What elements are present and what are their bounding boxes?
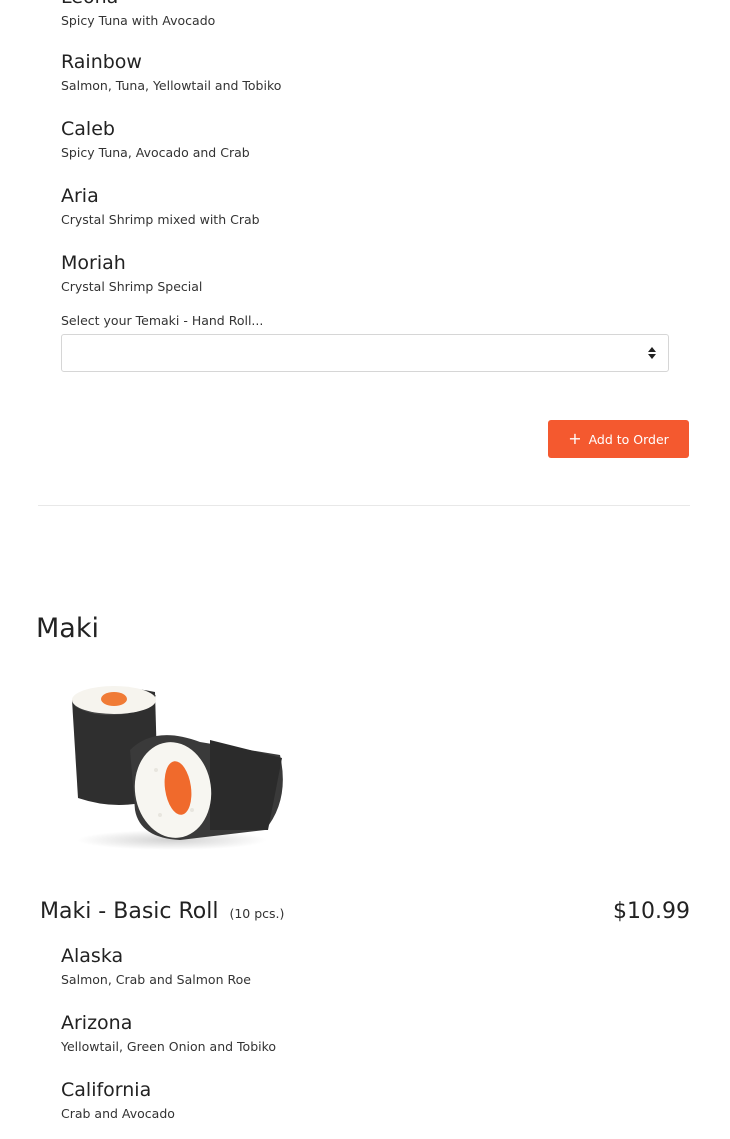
item-name: Maki - Basic Roll: [40, 899, 219, 924]
option-description: Salmon, Tuna, Yellowtail and Tobiko: [61, 78, 282, 93]
option-name: Arizona: [61, 1012, 133, 1034]
option-description: Spicy Tuna with Avocado: [61, 13, 216, 28]
select-arrows-icon: [648, 347, 656, 359]
option-item[interactable]: Moriah Crystal Shrimp Special: [61, 251, 202, 296]
option-name: Moriah: [61, 252, 126, 274]
option-description: Yellowtail, Green Onion and Tobiko: [61, 1039, 277, 1054]
option-item[interactable]: Alaska Salmon, Crab and Salmon Roe: [61, 944, 251, 989]
option-item[interactable]: Arizona Yellowtail, Green Onion and Tobi…: [61, 1011, 276, 1056]
item-price: $10.99: [613, 899, 690, 924]
option-name: Leona: [61, 0, 215, 9]
option-item[interactable]: California Crab and Avocado: [61, 1078, 175, 1123]
section-title: Maki: [36, 613, 99, 644]
option-name: California: [61, 1079, 152, 1101]
option-description: Salmon, Crab and Salmon Roe: [61, 972, 251, 987]
option-name: Aria: [61, 185, 99, 207]
section-divider: [38, 505, 690, 506]
add-to-order-label: Add to Order: [588, 431, 669, 447]
option-description: Crystal Shrimp mixed with Crab: [61, 212, 260, 227]
option-item[interactable]: Leona Spicy Tuna with Avocado: [61, 0, 215, 30]
option-description: Crab and Avocado: [61, 1106, 175, 1121]
option-name: Caleb: [61, 118, 115, 140]
option-item[interactable]: Aria Crystal Shrimp mixed with Crab: [61, 184, 260, 229]
option-description: Spicy Tuna, Avocado and Crab: [61, 145, 250, 160]
temaki-select[interactable]: [61, 334, 669, 372]
option-name: Alaska: [61, 945, 124, 967]
option-name: Rainbow: [61, 51, 142, 73]
add-to-order-button[interactable]: + Add to Order: [548, 420, 689, 458]
menu-page: Leona Spicy Tuna with Avocado Rainbow Sa…: [0, 0, 730, 1139]
temaki-select-label: Select your Temaki - Hand Roll...: [61, 313, 264, 328]
option-description: Crystal Shrimp Special: [61, 279, 203, 294]
option-item[interactable]: Rainbow Salmon, Tuna, Yellowtail and Tob…: [61, 50, 281, 95]
item-pieces: (10 pcs.): [229, 906, 285, 921]
plus-icon: +: [568, 429, 582, 448]
item-title: Maki - Basic Roll (10 pcs.): [40, 899, 284, 924]
maki-roll-image: [72, 686, 283, 850]
option-item[interactable]: Caleb Spicy Tuna, Avocado and Crab: [61, 117, 250, 162]
